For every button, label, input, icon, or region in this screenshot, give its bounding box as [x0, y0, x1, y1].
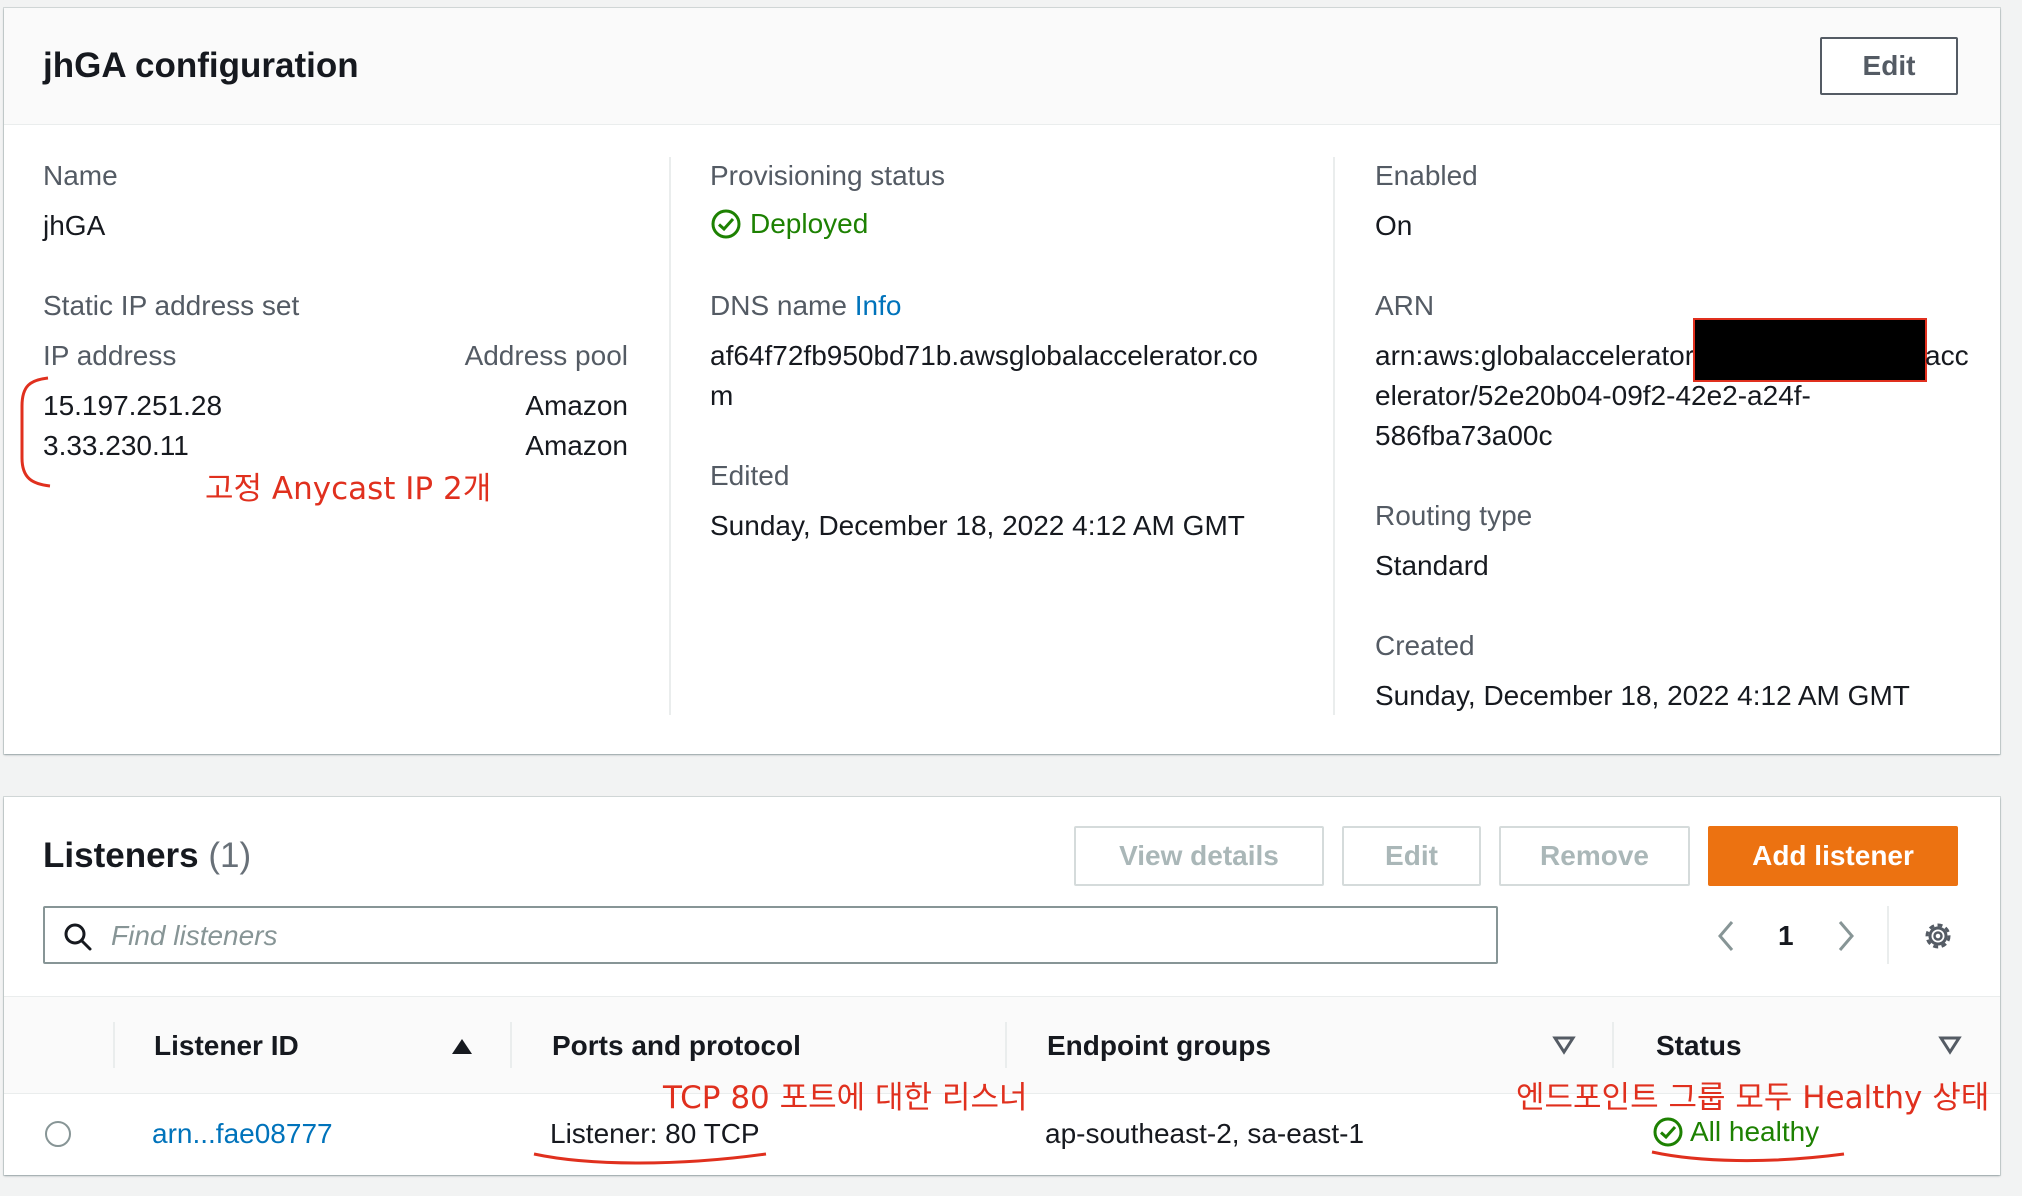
address-pool-2: Amazon [525, 430, 628, 461]
listener-endpoint-groups: ap-southeast-2, sa-east-1 [1045, 1118, 1365, 1149]
dns-name-label-text: DNS name [710, 290, 847, 321]
search-input[interactable] [109, 916, 1473, 956]
column-header-endpoint-groups[interactable]: Endpoint groups [1047, 1030, 1271, 1062]
dns-info-link[interactable]: Info [855, 290, 902, 321]
dns-name-value-line-2: m [710, 380, 734, 411]
created-label: Created [1375, 630, 1475, 661]
edit-listener-button[interactable]: Edit [1342, 826, 1481, 886]
enabled-label: Enabled [1375, 160, 1478, 191]
listener-annotation: TCP 80 포트에 대한 리스너 [663, 1080, 1028, 1116]
arn-label: ARN [1375, 290, 1435, 321]
remove-listener-button[interactable]: Remove [1499, 826, 1690, 886]
gear-icon[interactable] [1920, 918, 1956, 954]
check-circle-icon [1653, 1117, 1683, 1147]
listeners-count: (1) [208, 836, 252, 875]
view-details-button[interactable]: View details [1074, 826, 1324, 886]
enabled-value: On [1375, 210, 1413, 241]
filter-down-icon[interactable] [1938, 1034, 1962, 1056]
static-ip-label: Static IP address set [43, 290, 300, 321]
provisioning-status: Deployed [710, 208, 868, 240]
address-pool-1: Amazon [525, 390, 628, 421]
listener-id-link[interactable]: arn...fae08777 [152, 1118, 333, 1150]
arn-value-line-1-tail: acc [1925, 340, 1969, 371]
arn-value-line-3: 586fba73a00c [1375, 420, 1553, 451]
edited-label: Edited [710, 460, 790, 491]
check-circle-icon [711, 209, 741, 239]
column-separator [510, 1022, 512, 1068]
ip-address-1: 15.197.251.28 [43, 390, 223, 421]
page-number[interactable]: 1 [1778, 920, 1794, 952]
redaction-box [1693, 318, 1927, 382]
row-select-radio[interactable] [44, 1120, 72, 1148]
page-title: jhGA configuration [43, 46, 359, 85]
edit-config-button[interactable]: Edit [1820, 37, 1958, 95]
column-separator [113, 1022, 115, 1068]
search-box [43, 906, 1498, 964]
bracket-annotation [20, 376, 51, 488]
column-header-ports[interactable]: Ports and protocol [552, 1030, 801, 1062]
column-header-status[interactable]: Status [1656, 1030, 1742, 1062]
listener-status-value: All healthy [1690, 1116, 1820, 1147]
column-separator [1005, 1022, 1007, 1068]
routing-type-value: Standard [1375, 550, 1489, 581]
listener-status: All healthy [1652, 1116, 1819, 1148]
pagination-divider [1887, 906, 1889, 964]
arn-value-line-2: elerator/52e20b04-09f2-42e2-a24f- [1375, 380, 1811, 411]
underline-annotation [533, 1152, 767, 1165]
dns-name-value-line-1: af64f72fb950bd71b.awsglobalaccelerator.c… [710, 340, 1258, 371]
dns-name-label: DNS name Info [710, 290, 901, 322]
column-divider [669, 157, 671, 715]
search-icon [64, 923, 92, 951]
anycast-annotation: 고정 Anycast IP 2개 [205, 471, 492, 507]
add-listener-button[interactable]: Add listener [1708, 826, 1958, 886]
column-separator [1612, 1022, 1614, 1068]
provisioning-status-value: Deployed [750, 208, 869, 239]
column-divider [1333, 157, 1335, 715]
listeners-title: Listeners (1) [43, 836, 251, 876]
listeners-title-text: Listeners [43, 836, 199, 875]
chevron-right-icon[interactable] [1834, 918, 1858, 954]
sort-ascending-icon[interactable] [450, 1036, 474, 1056]
name-label: Name [43, 160, 118, 191]
filter-down-icon[interactable] [1552, 1034, 1576, 1056]
health-annotation: 엔드포인트 그룹 모두 Healthy 상태 [1516, 1080, 1990, 1116]
ip-address-column-label: IP address [43, 340, 177, 371]
address-pool-column-label: Address pool [464, 340, 628, 371]
provisioning-status-label: Provisioning status [710, 160, 946, 191]
created-value: Sunday, December 18, 2022 4:12 AM GMT [1375, 680, 1910, 711]
arn-value-line-1: arn:aws:globalaccelerator [1375, 340, 1695, 371]
underline-annotation [1651, 1150, 1845, 1163]
edited-value: Sunday, December 18, 2022 4:12 AM GMT [710, 510, 1245, 541]
ip-address-2: 3.33.230.11 [43, 430, 189, 461]
chevron-left-icon[interactable] [1714, 918, 1738, 954]
column-header-listener-id[interactable]: Listener ID [154, 1030, 299, 1062]
routing-type-label: Routing type [1375, 500, 1533, 531]
name-value: jhGA [43, 210, 106, 241]
